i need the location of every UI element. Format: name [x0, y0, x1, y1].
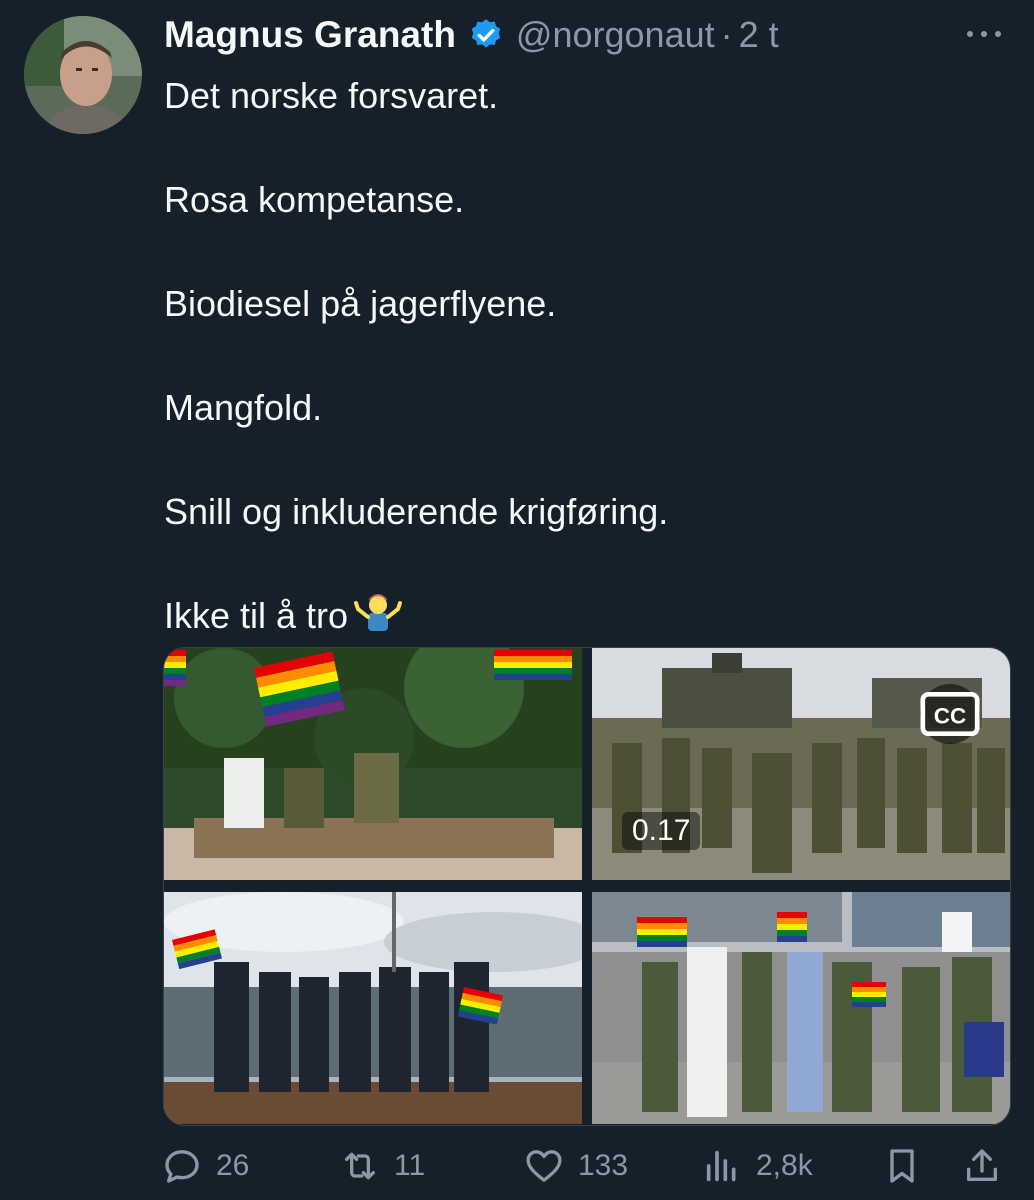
media-grid: CC 0.17 — [163, 647, 1011, 1126]
retweet-button[interactable]: 11 — [340, 1140, 425, 1192]
tweet-actions: 26 11 133 2,8k — [162, 1140, 1004, 1200]
tweet-time[interactable]: 2 t — [739, 14, 779, 56]
cc-label: CC — [934, 703, 967, 728]
tweet-line-text: Ikke til å tro — [164, 595, 349, 636]
like-icon — [526, 1150, 562, 1182]
tweet-line: Snill og inkluderende krigføring. — [164, 491, 669, 532]
more-icon[interactable] — [962, 22, 1006, 46]
share-button[interactable] — [962, 1140, 1002, 1192]
like-button[interactable]: 133 — [524, 1140, 628, 1192]
reply-count: 26 — [216, 1149, 250, 1182]
shrug-person-emoji-icon — [354, 591, 403, 645]
author-name[interactable]: Magnus Granath — [164, 14, 456, 56]
share-icon — [967, 1149, 997, 1181]
tweet-header: Magnus Granath @norgonaut · 2 t — [164, 12, 779, 58]
bookmark-button[interactable] — [882, 1140, 922, 1192]
views-icon — [706, 1150, 736, 1182]
avatar-image — [24, 16, 142, 134]
media-photo-3[interactable] — [164, 892, 582, 1124]
media-photo-1[interactable] — [164, 648, 582, 880]
retweet-icon — [345, 1152, 375, 1180]
tweet-line: Det norske forsvaret. — [164, 75, 499, 116]
views-button[interactable]: 2,8k — [702, 1140, 813, 1192]
views-count: 2,8k — [756, 1149, 813, 1182]
media-photo-4[interactable] — [592, 892, 1010, 1124]
reply-button[interactable]: 26 — [162, 1140, 249, 1192]
bookmark-icon — [890, 1149, 914, 1183]
tweet-line: Mangfold. — [164, 387, 323, 428]
tweet-text: Det norske forsvaret. Rosa kompetanse. B… — [164, 70, 984, 642]
avatar[interactable] — [24, 16, 142, 134]
photo-pride-parade — [592, 892, 1010, 1124]
verified-badge-icon — [468, 17, 504, 53]
reply-icon — [165, 1150, 199, 1183]
photo-soldiers-vehicle — [164, 648, 582, 880]
photo-sailors-on-ship — [164, 892, 582, 1124]
retweet-count: 11 — [394, 1149, 426, 1182]
like-count: 133 — [578, 1149, 629, 1182]
cc-icon[interactable]: CC — [920, 684, 980, 744]
tweet-line: Rosa kompetanse. — [164, 179, 465, 220]
tweet-line-last: Ikke til å tro — [164, 590, 984, 642]
media-video[interactable]: CC 0.17 — [592, 648, 1010, 880]
author-handle[interactable]: @norgonaut — [516, 14, 715, 56]
separator-dot: · — [720, 14, 733, 55]
tweet-line: Biodiesel på jagerflyene. — [164, 283, 557, 324]
video-duration: 0.17 — [622, 812, 701, 850]
